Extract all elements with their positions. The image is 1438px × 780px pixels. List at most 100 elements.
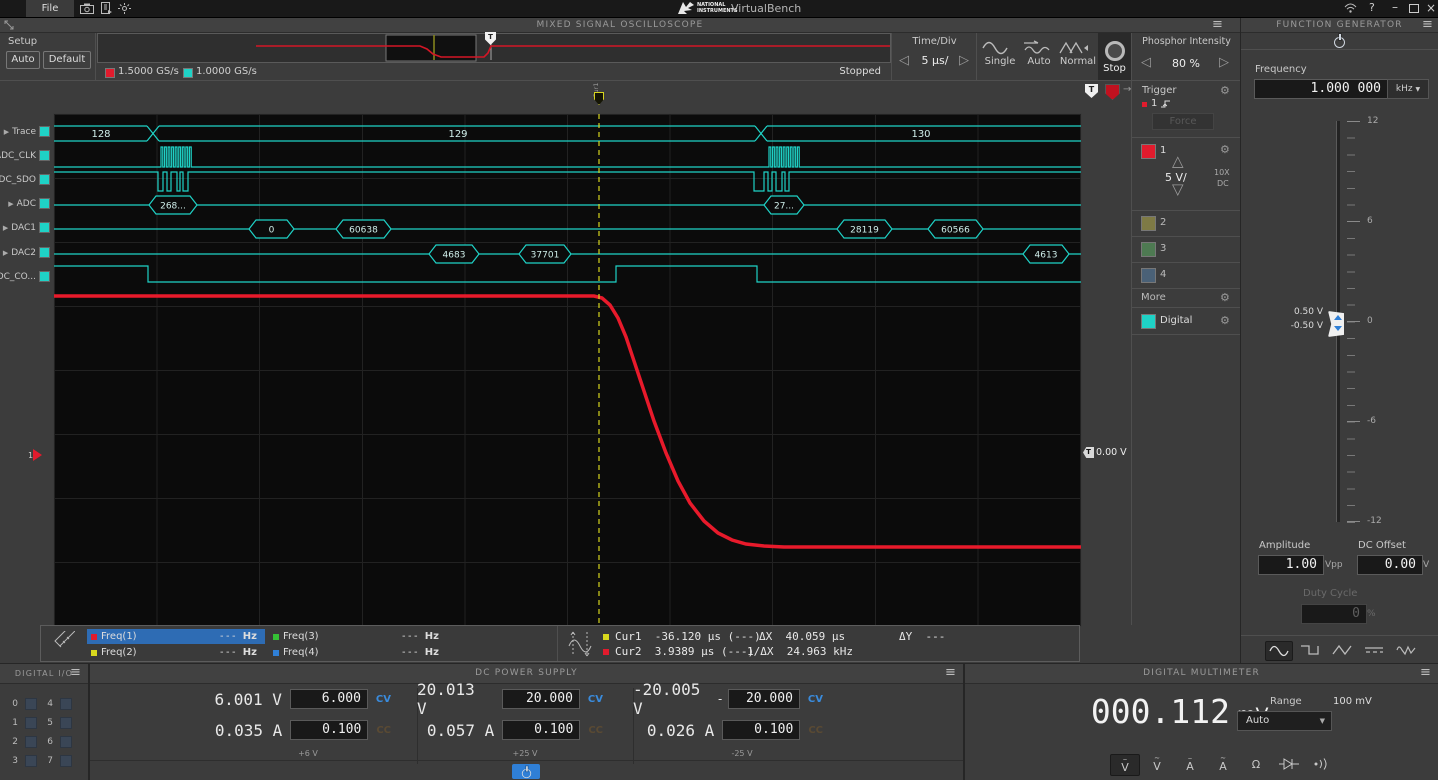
digital-gear-icon[interactable]: ⚙: [1220, 315, 1230, 326]
phosphor-value[interactable]: 80 %: [1159, 57, 1213, 70]
dmm-mode-vdc-button[interactable]: ⎯V: [1110, 754, 1140, 776]
dio-led-0[interactable]: [25, 698, 37, 710]
more-gear-icon[interactable]: ⚙: [1220, 292, 1230, 303]
dmm-mode-resistance-button[interactable]: Ω: [1242, 754, 1270, 774]
triangle-wave-button[interactable]: [1329, 641, 1355, 659]
dio-led-7[interactable]: [60, 755, 72, 767]
file-menu[interactable]: File: [26, 0, 74, 17]
more-section[interactable]: More ⚙: [1132, 289, 1240, 307]
amplitude-slider-handle[interactable]: [1328, 311, 1344, 337]
fgen-menu-icon[interactable]: ≡: [1422, 20, 1433, 30]
trigger-position-marker[interactable]: T: [1085, 84, 1098, 98]
restore-button[interactable]: [1409, 4, 1419, 13]
psu-6v-voltage-setpoint[interactable]: 6.000: [290, 689, 368, 709]
psu-menu-icon[interactable]: ≡: [945, 668, 956, 678]
expand-icon[interactable]: ▶: [3, 249, 8, 257]
psu-25v-current-limit[interactable]: 0.100: [502, 720, 580, 740]
psu-6v-current-limit[interactable]: 0.100: [290, 720, 368, 740]
camera-icon[interactable]: [80, 3, 94, 14]
single-button[interactable]: Single: [980, 33, 1020, 80]
setup-default-button[interactable]: Default: [43, 51, 91, 69]
channel2-section[interactable]: 2: [1132, 211, 1240, 236]
channel-label-adc-clk[interactable]: ADC_CLK: [0, 150, 50, 161]
measurement-freq2[interactable]: Freq(2) --- Hz: [87, 645, 265, 660]
channel3-section[interactable]: 3: [1132, 237, 1240, 262]
dmm-mode-vac-button[interactable]: ∼V: [1143, 754, 1171, 774]
auto-button[interactable]: Auto: [1022, 33, 1056, 80]
sine-wave-button[interactable]: [1265, 641, 1293, 661]
stop-button[interactable]: Stop: [1098, 33, 1131, 80]
dio-led-6[interactable]: [60, 736, 72, 748]
amplitude-input[interactable]: 1.00: [1258, 555, 1324, 575]
square-wave-button[interactable]: [1297, 641, 1323, 659]
phosphor-decrease-button[interactable]: ◁: [1141, 56, 1151, 69]
channel-label-adc-conv[interactable]: ADC_CO...: [0, 271, 50, 282]
timediv-increase-button[interactable]: ▷: [959, 54, 969, 67]
dio-led-4[interactable]: [60, 698, 72, 710]
dio-led-2[interactable]: [25, 736, 37, 748]
dio-led-1[interactable]: [25, 717, 37, 729]
dio-led-5[interactable]: [60, 717, 72, 729]
channel4-section[interactable]: 4: [1132, 263, 1240, 288]
ch1-reference-marker[interactable]: 1: [28, 449, 42, 461]
expand-icon[interactable]: ▶: [8, 200, 13, 208]
wifi-icon[interactable]: [1344, 3, 1357, 13]
dio-led-3[interactable]: [25, 755, 37, 767]
arbitrary-wave-button[interactable]: [1393, 641, 1419, 659]
measurements-icon[interactable]: [51, 631, 75, 657]
fgen-power-button[interactable]: [1334, 37, 1345, 48]
ch1-scale-down-button[interactable]: ▽: [1172, 183, 1184, 196]
dmm-mode-continuity-button[interactable]: [1308, 754, 1336, 774]
channel-label-adc[interactable]: ▶ADC: [8, 198, 50, 209]
help-button[interactable]: ?: [1369, 1, 1375, 14]
export-icon[interactable]: [101, 2, 112, 15]
utility-icon[interactable]: [118, 3, 131, 14]
cursors-icon[interactable]: [567, 630, 593, 658]
timediv-decrease-button[interactable]: ◁: [899, 54, 909, 67]
trigger-source[interactable]: 1: [1151, 98, 1157, 109]
trigger-force-button[interactable]: Force: [1152, 113, 1214, 130]
psu-neg25v-current-limit[interactable]: 0.100: [722, 720, 800, 740]
dc-wave-button[interactable]: [1361, 641, 1387, 659]
ch1-gear-icon[interactable]: ⚙: [1220, 144, 1230, 155]
psu-25v-voltage-setpoint[interactable]: 20.000: [502, 689, 580, 709]
dio-menu-icon[interactable]: ≡: [70, 668, 81, 678]
dmm-mode-adc-button[interactable]: ⎯A: [1176, 754, 1204, 774]
close-button[interactable]: ×: [1426, 1, 1436, 15]
psu-power-button[interactable]: [512, 764, 540, 779]
timediv-value[interactable]: 5 µs/: [913, 54, 957, 67]
measurement-freq3[interactable]: Freq(3) --- Hz: [269, 629, 447, 644]
measurement-freq4[interactable]: Freq(4) --- Hz: [269, 645, 447, 660]
channel-label-dac2[interactable]: ▶DAC2: [3, 247, 50, 258]
expand-icon[interactable]: ▶: [3, 224, 8, 232]
frequency-unit-dropdown[interactable]: kHz ▼: [1387, 79, 1429, 99]
digital-section[interactable]: Digital ⚙: [1132, 308, 1240, 334]
dmm-menu-icon[interactable]: ≡: [1420, 668, 1431, 678]
minimize-button[interactable]: –: [1392, 0, 1398, 14]
psu-neg25v-voltage-setpoint[interactable]: 20.000: [728, 689, 800, 709]
channel1-section[interactable]: 1 ⚙ △ 5 V/ ▽ 10X DC: [1132, 138, 1240, 210]
measurement-freq1[interactable]: Freq(1) --- Hz: [87, 629, 265, 644]
setup-auto-button[interactable]: Auto: [6, 51, 40, 69]
channel-label-adc-sdo[interactable]: ADC_SDO: [0, 174, 50, 185]
channel-label-trace[interactable]: ▶Trace: [4, 126, 50, 137]
ch1-scale-up-button[interactable]: △: [1172, 155, 1184, 168]
phosphor-increase-button[interactable]: ▷: [1219, 56, 1229, 69]
expand-icon[interactable]: ▶: [4, 128, 9, 136]
acquisition-preview[interactable]: T: [97, 33, 891, 63]
channel-label-dac1[interactable]: ▶DAC1: [3, 222, 50, 233]
trigger-gear-icon[interactable]: ⚙: [1220, 85, 1230, 96]
dmm-mode-aac-button[interactable]: ∼A: [1209, 754, 1237, 774]
offset-input[interactable]: 0.00: [1357, 555, 1423, 575]
scope-plot[interactable]: 128129130268...27...06063828119605664683…: [53, 113, 1082, 627]
dmm-range-dropdown[interactable]: Auto ▼: [1237, 711, 1332, 731]
mso-menu-icon[interactable]: ≡: [1212, 20, 1223, 30]
dmm-mode-diode-button[interactable]: [1275, 754, 1303, 774]
trigger-level-marker[interactable]: T 0.00 V: [1083, 447, 1127, 458]
trigger-armed-marker[interactable]: [1105, 84, 1120, 100]
normal-button[interactable]: Normal: [1058, 33, 1098, 80]
cursor1-flag[interactable]: Cur1: [592, 84, 606, 105]
frequency-input[interactable]: 1.000 000: [1254, 79, 1388, 99]
cursor1-flag-marker[interactable]: [594, 92, 604, 105]
pane-resize-icon[interactable]: [4, 20, 14, 30]
